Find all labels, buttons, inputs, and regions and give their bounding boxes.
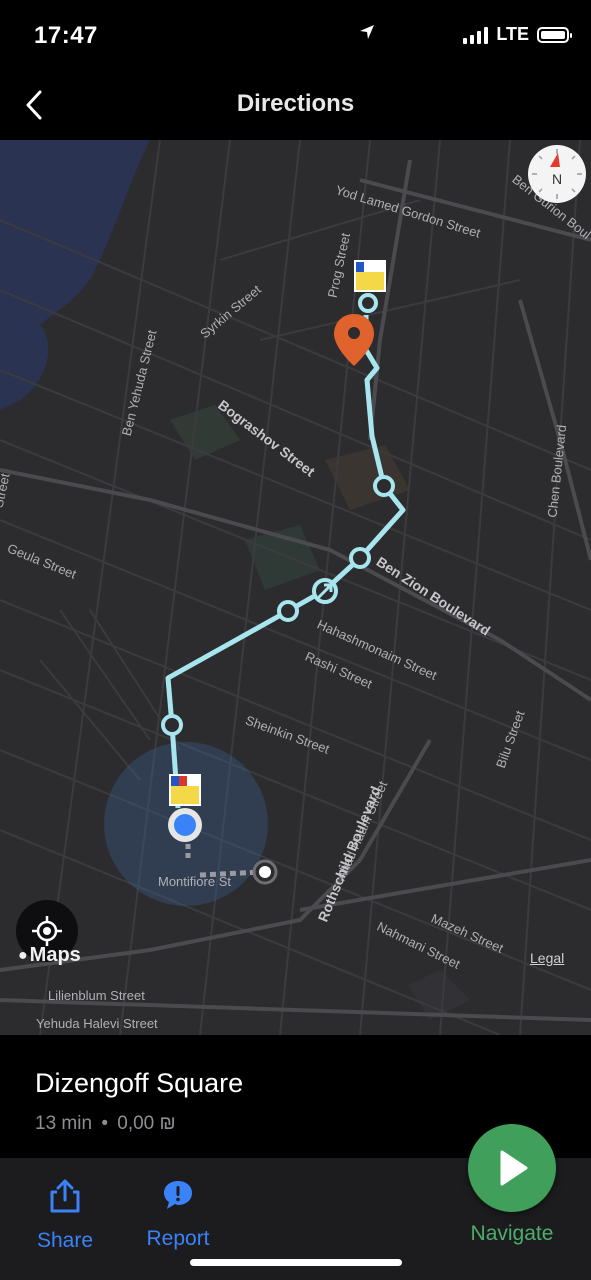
trip-fare: 0,00 ₪ xyxy=(117,1113,176,1134)
battery-icon xyxy=(537,26,572,43)
trip-summary: 13 min • 0,00 ₪ xyxy=(35,1113,176,1135)
play-icon xyxy=(500,1150,528,1186)
trip-separator: • xyxy=(101,1113,108,1134)
network-type: LTE xyxy=(496,24,529,44)
page-title: Directions xyxy=(236,90,355,117)
signal-icon xyxy=(463,26,489,44)
status-bar: 17:47 LTE xyxy=(0,0,591,70)
trip-duration: 13 min xyxy=(35,1113,93,1134)
share-label: Share xyxy=(36,1229,94,1252)
transit-stop-icon[interactable] xyxy=(354,260,386,292)
location-arrow-icon xyxy=(358,23,376,46)
legal-link[interactable]: Legal xyxy=(530,950,564,966)
status-icons: LTE xyxy=(360,24,572,45)
street-label: Lilienblum Street xyxy=(48,988,145,1003)
transit-stop-icon[interactable] xyxy=(169,774,201,806)
home-indicator xyxy=(190,1259,402,1266)
street-label: Montifiore St xyxy=(158,874,231,889)
report-label: Report xyxy=(146,1227,210,1250)
street-label: Yehuda Halevi Street xyxy=(36,1016,158,1031)
navigate-label: Navigate xyxy=(470,1222,554,1245)
maps-brand: ● Maps xyxy=(18,944,81,967)
navigation-bar: Directions xyxy=(0,70,591,140)
destination-title: Dizengoff Square xyxy=(35,1068,244,1098)
navigate-button[interactable] xyxy=(468,1124,556,1212)
compass-north-label: N xyxy=(552,171,563,187)
navigate-label-button[interactable]: Navigate xyxy=(462,1222,562,1246)
map-canvas xyxy=(0,140,591,1035)
report-issue-icon xyxy=(164,1181,192,1209)
current-location-icon xyxy=(168,808,202,842)
status-time: 17:47 xyxy=(34,22,98,49)
apple-logo-icon: ● xyxy=(18,946,28,964)
map-view[interactable]: Yod Lamed Gordon Street Ben Gurion Boul … xyxy=(0,140,591,1035)
report-button[interactable]: Report xyxy=(138,1178,218,1251)
compass-button[interactable]: N xyxy=(528,145,586,203)
maps-brand-label: Maps xyxy=(29,944,81,966)
share-icon xyxy=(50,1179,80,1213)
destination-pin-icon[interactable] xyxy=(332,312,376,368)
share-button[interactable]: Share xyxy=(30,1178,100,1253)
